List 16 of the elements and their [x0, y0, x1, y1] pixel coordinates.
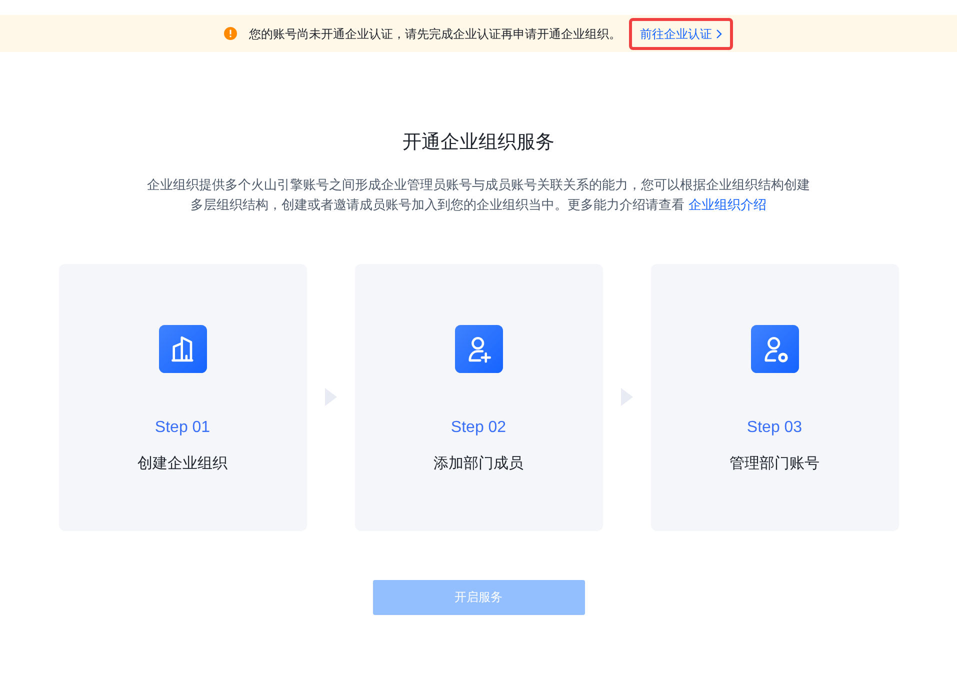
building-icon	[158, 324, 206, 372]
warning-icon	[224, 27, 237, 40]
intro-link[interactable]: 企业组织介绍	[688, 196, 766, 212]
step-label: 管理部门账号	[730, 454, 820, 474]
verification-link[interactable]: 前往企业认证	[629, 18, 733, 50]
add-user-icon	[454, 324, 502, 372]
step-label: 创建企业组织	[138, 454, 228, 474]
description-text: 企业组织提供多个火山引擎账号之间形成企业管理员账号与成员账号关联关系的能力，您可以根据企业组织结构创建多层组织结构，创建或者邀请成员账号加入到您的企业组织当中。更多能力介绍请查看 企业组织介绍	[146, 176, 811, 214]
notice-text: 您的账号尚未开通企业认证，请先完成企业认证再申请开通企业组织。	[249, 26, 621, 42]
page-title: 开通企业组织服务	[402, 131, 556, 155]
step-number: Step 02	[450, 418, 506, 438]
step-number: Step 01	[154, 418, 210, 438]
step-label: 添加部门成员	[434, 454, 524, 474]
step-number: Step 03	[746, 418, 802, 438]
user-settings-icon	[750, 324, 798, 372]
chevron-right-icon	[716, 28, 722, 38]
